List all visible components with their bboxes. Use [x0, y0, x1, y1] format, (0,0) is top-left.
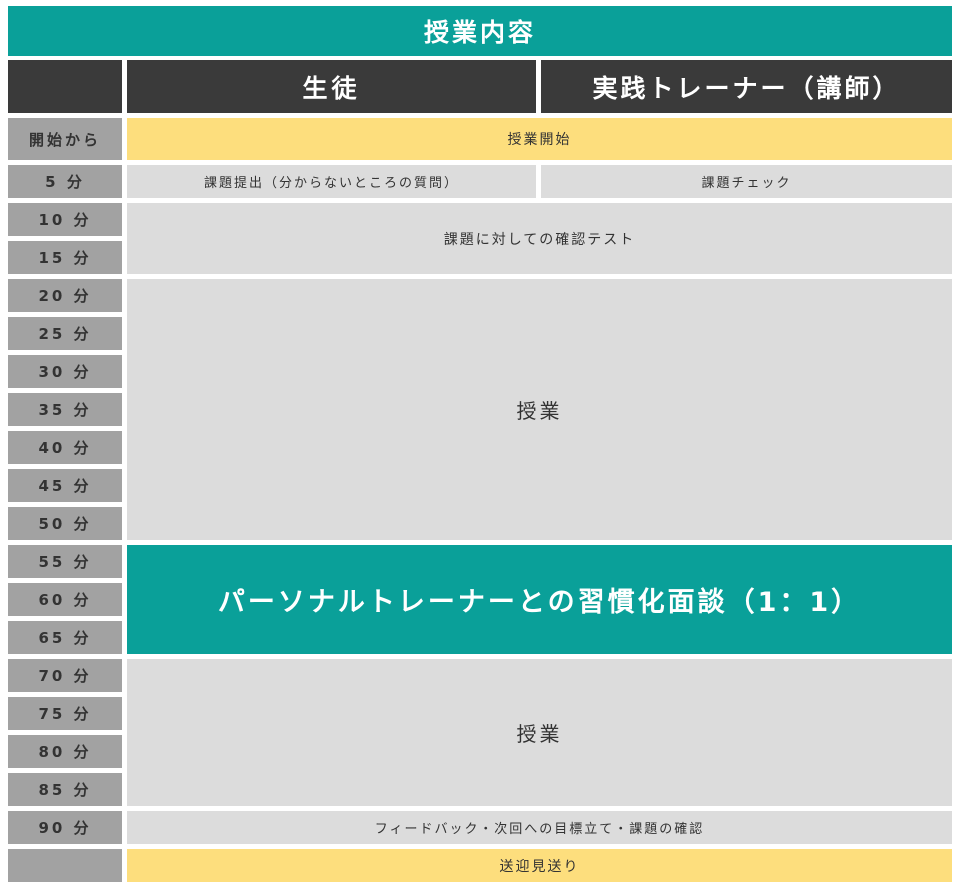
time-label: 10 分 — [8, 203, 122, 236]
time-label: 85 分 — [8, 773, 122, 806]
lesson-cell-1: 授業 — [127, 279, 952, 540]
test-cell: 課題に対しての確認テスト — [127, 203, 952, 274]
time-label: 20 分 — [8, 279, 122, 312]
time-label: 90 分 — [8, 811, 122, 844]
time-label: 65 分 — [8, 621, 122, 654]
header-blank-cell — [8, 60, 122, 113]
time-label: 75 分 — [8, 697, 122, 730]
time-label: 5 分 — [8, 165, 122, 198]
sendoff-cell: 送迎見送り — [127, 849, 952, 882]
time-label: 50 分 — [8, 507, 122, 540]
time-label-blank — [8, 849, 122, 882]
header-student: 生徒 — [127, 60, 536, 113]
time-label: 35 分 — [8, 393, 122, 426]
time-label: 80 分 — [8, 735, 122, 768]
time-label: 60 分 — [8, 583, 122, 616]
check-cell: 課題チェック — [541, 165, 952, 198]
time-label: 45 分 — [8, 469, 122, 502]
interview-cell: パーソナルトレーナーとの習慣化面談（1：1） — [127, 545, 952, 654]
time-label: 40 分 — [8, 431, 122, 464]
submit-cell: 課題提出（分からないところの質問） — [127, 165, 536, 198]
time-label: 70 分 — [8, 659, 122, 692]
table-title: 授業内容 — [8, 6, 952, 56]
time-label: 30 分 — [8, 355, 122, 388]
time-label: 55 分 — [8, 545, 122, 578]
start-cell: 授業開始 — [127, 118, 952, 160]
lesson-cell-2: 授業 — [127, 659, 952, 806]
feedback-cell: フィードバック・次回への目標立て・課題の確認 — [127, 811, 952, 844]
header-trainer: 実践トレーナー（講師） — [541, 60, 952, 113]
time-label: 25 分 — [8, 317, 122, 350]
time-label: 開始から — [8, 118, 122, 160]
time-label: 15 分 — [8, 241, 122, 274]
